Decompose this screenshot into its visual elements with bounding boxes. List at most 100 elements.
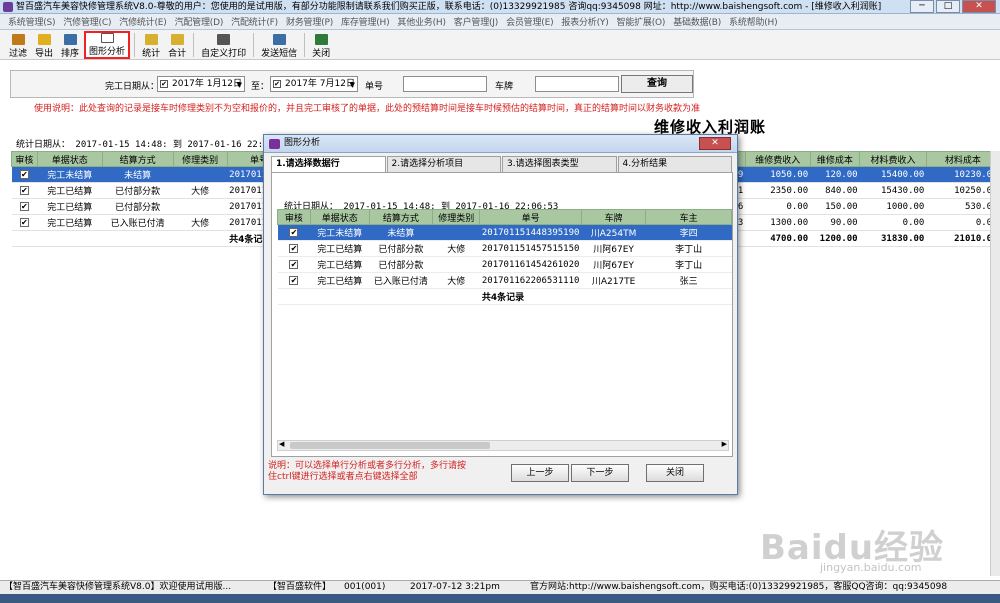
title-bar: 智百盛汽车美容快修管理系统V8.0-尊敬的用户：您使用的是试用版，有部分功能限制… bbox=[0, 0, 1000, 14]
vertical-scrollbar[interactable] bbox=[990, 151, 1000, 576]
plate-label: 车牌 bbox=[495, 82, 514, 92]
menu-item[interactable]: 汽配管理(D) bbox=[175, 15, 224, 28]
column-header[interactable]: 结算方式 bbox=[368, 209, 434, 225]
total-icon bbox=[170, 34, 184, 45]
dialog-title-bar[interactable]: 图形分析 ✕ bbox=[264, 135, 737, 153]
order-no-cell: 201701162206531110 bbox=[479, 272, 582, 289]
column-header[interactable]: 单据状态 bbox=[36, 151, 103, 167]
row-checkbox[interactable]: ✔ bbox=[289, 275, 299, 285]
sort-button[interactable]: 排序 bbox=[58, 31, 82, 59]
order-no-cell: 201701151448395190 bbox=[479, 224, 582, 241]
toolbar-separator bbox=[193, 33, 195, 57]
custom-print-label: 自定义打印 bbox=[201, 49, 247, 59]
filter-button[interactable]: 过滤 bbox=[6, 31, 30, 59]
plate-cell: 川A254TM bbox=[581, 224, 646, 241]
column-header[interactable]: 审核 bbox=[11, 151, 38, 167]
complete-date-label: 完工日期从： bbox=[105, 82, 160, 92]
sms-icon bbox=[272, 34, 286, 45]
material-fee-cell: 0.00 bbox=[859, 214, 927, 231]
query-button[interactable]: 查询 bbox=[621, 75, 693, 93]
export-button[interactable]: 导出 bbox=[32, 31, 56, 59]
menu-item[interactable]: 系统帮助(H) bbox=[729, 15, 778, 28]
date-to-picker[interactable]: ✔ 2017年 7月12日 ▼ bbox=[270, 76, 358, 92]
tab-analysis-result[interactable]: 4.分析结果 bbox=[617, 156, 732, 172]
minimize-button[interactable]: ─ bbox=[910, 0, 934, 13]
column-header[interactable]: 修理类别 bbox=[432, 209, 481, 225]
audit-checkbox[interactable]: ✔ bbox=[19, 217, 29, 227]
date-to-checkbox[interactable]: ✔ bbox=[273, 80, 281, 88]
menu-item[interactable]: 汽修统计(E) bbox=[119, 15, 167, 28]
audit-checkbox[interactable]: ✔ bbox=[19, 169, 29, 179]
column-header[interactable]: 材料成本 bbox=[925, 151, 1000, 167]
dialog-close-button[interactable]: ✕ bbox=[699, 137, 731, 150]
audit-checkbox[interactable]: ✔ bbox=[19, 201, 29, 211]
total-repair-fee: 4700.00 bbox=[745, 230, 811, 247]
menu-item[interactable]: 汽修管理(C) bbox=[63, 15, 111, 28]
status-cell: 完工已结算 bbox=[310, 256, 370, 273]
scroll-thumb[interactable] bbox=[290, 442, 490, 449]
chevron-down-icon[interactable]: ▼ bbox=[237, 78, 242, 92]
scroll-right-icon[interactable]: ▶ bbox=[722, 440, 727, 448]
plate-input[interactable] bbox=[535, 76, 619, 92]
repair-type-cell: 大修 bbox=[173, 214, 228, 231]
next-step-button[interactable]: 下一步 bbox=[571, 464, 629, 482]
row-checkbox[interactable]: ✔ bbox=[289, 259, 299, 269]
menu-item[interactable]: 会员管理(E) bbox=[506, 15, 554, 28]
maximize-button[interactable]: □ bbox=[936, 0, 960, 13]
menu-item[interactable]: 报表分析(Y) bbox=[561, 15, 608, 28]
menu-item[interactable]: 客户管理(J) bbox=[454, 15, 498, 28]
chart-analysis-dialog: 图形分析 ✕ 1.请选择数据行 2.请选择分析项目 3.请选择图表类型 4.分析… bbox=[263, 134, 738, 495]
table-row[interactable]: ✔ 完工已结算 已付部分款 大修 201701151457515150 川阿67… bbox=[277, 240, 732, 257]
menu-item[interactable]: 汽配统计(F) bbox=[231, 15, 278, 28]
status-cell: 完工已结算 bbox=[310, 272, 370, 289]
column-header[interactable]: 修理类别 bbox=[172, 151, 228, 167]
table-row[interactable]: ✔ 完工已结算 已付部分款 201701161454261020 川阿67EY … bbox=[277, 256, 732, 273]
row-checkbox[interactable]: ✔ bbox=[289, 243, 299, 253]
column-header[interactable]: 车主 bbox=[645, 209, 732, 225]
repair-fee-cell: 2350.00 bbox=[745, 182, 811, 199]
repair-type-cell: 大修 bbox=[432, 272, 480, 289]
chart-analysis-icon bbox=[269, 139, 280, 149]
chevron-down-icon[interactable]: ▼ bbox=[350, 78, 355, 92]
audit-checkbox[interactable]: ✔ bbox=[19, 185, 29, 195]
column-header[interactable]: 单据状态 bbox=[309, 209, 370, 225]
menu-item[interactable]: 库存管理(H) bbox=[341, 15, 390, 28]
chart-analysis-button[interactable]: 图形分析 bbox=[84, 31, 131, 59]
row-checkbox[interactable]: ✔ bbox=[289, 227, 299, 237]
custom-print-button[interactable]: 自定义打印 bbox=[198, 31, 249, 59]
column-header[interactable]: 维修成本 bbox=[809, 151, 861, 167]
menu-item[interactable]: 智能扩展(O) bbox=[617, 15, 666, 28]
menu-item[interactable]: 财务管理(P) bbox=[286, 15, 333, 28]
dialog-close-action-button[interactable]: 关闭 bbox=[646, 464, 704, 482]
column-header[interactable]: 结算方式 bbox=[101, 151, 174, 167]
total-button[interactable]: 合计 bbox=[165, 31, 189, 59]
column-header[interactable]: 车牌 bbox=[580, 209, 647, 225]
scroll-left-icon[interactable]: ◀ bbox=[279, 440, 284, 448]
column-header[interactable]: 单号 bbox=[479, 209, 582, 225]
window-close-button[interactable]: ✕ bbox=[962, 0, 996, 13]
tab-select-items[interactable]: 2.请选择分析项目 bbox=[386, 156, 501, 172]
column-header[interactable]: 维修费收入 bbox=[744, 151, 811, 167]
menu-item[interactable]: 系统管理(S) bbox=[8, 15, 56, 28]
stats-button[interactable]: 统计 bbox=[139, 31, 163, 59]
order-no-input[interactable] bbox=[403, 76, 487, 92]
tab-select-chart-type[interactable]: 3.请选择图表类型 bbox=[502, 156, 617, 172]
prev-step-button[interactable]: 上一步 bbox=[511, 464, 569, 482]
date-from-checkbox[interactable]: ✔ bbox=[160, 80, 168, 88]
column-header[interactable]: 材料费收入 bbox=[859, 151, 927, 167]
dialog-grid: 审核 单据状态 结算方式 修理类别 单号 车牌 车主 ✔ 完工未结算 未结算 2… bbox=[277, 209, 732, 305]
menu-item[interactable]: 基础数据(B) bbox=[673, 15, 721, 28]
material-fee-cell: 15430.00 bbox=[859, 182, 927, 199]
close-button[interactable]: 关闭 bbox=[309, 31, 333, 59]
date-from-picker[interactable]: ✔ 2017年 1月12日 ▼ bbox=[157, 76, 245, 92]
total-material-cost: 21010.00 bbox=[926, 230, 1000, 247]
print-icon bbox=[217, 34, 231, 45]
column-header[interactable]: 审核 bbox=[277, 209, 311, 225]
table-row[interactable]: ✔ 完工已结算 已入账已付清 大修 201701162206531110 川A2… bbox=[277, 272, 732, 289]
menu-item[interactable]: 其他业务(H) bbox=[397, 15, 446, 28]
horizontal-scrollbar[interactable]: ◀ ▶ bbox=[277, 440, 729, 451]
send-sms-button[interactable]: 发送短信 bbox=[258, 31, 300, 59]
table-row[interactable]: ✔ 完工未结算 未结算 201701151448395190 川A254TM 李… bbox=[277, 224, 732, 241]
owner-cell: 李四 bbox=[645, 224, 732, 241]
tab-select-rows[interactable]: 1.请选择数据行 bbox=[271, 156, 386, 172]
